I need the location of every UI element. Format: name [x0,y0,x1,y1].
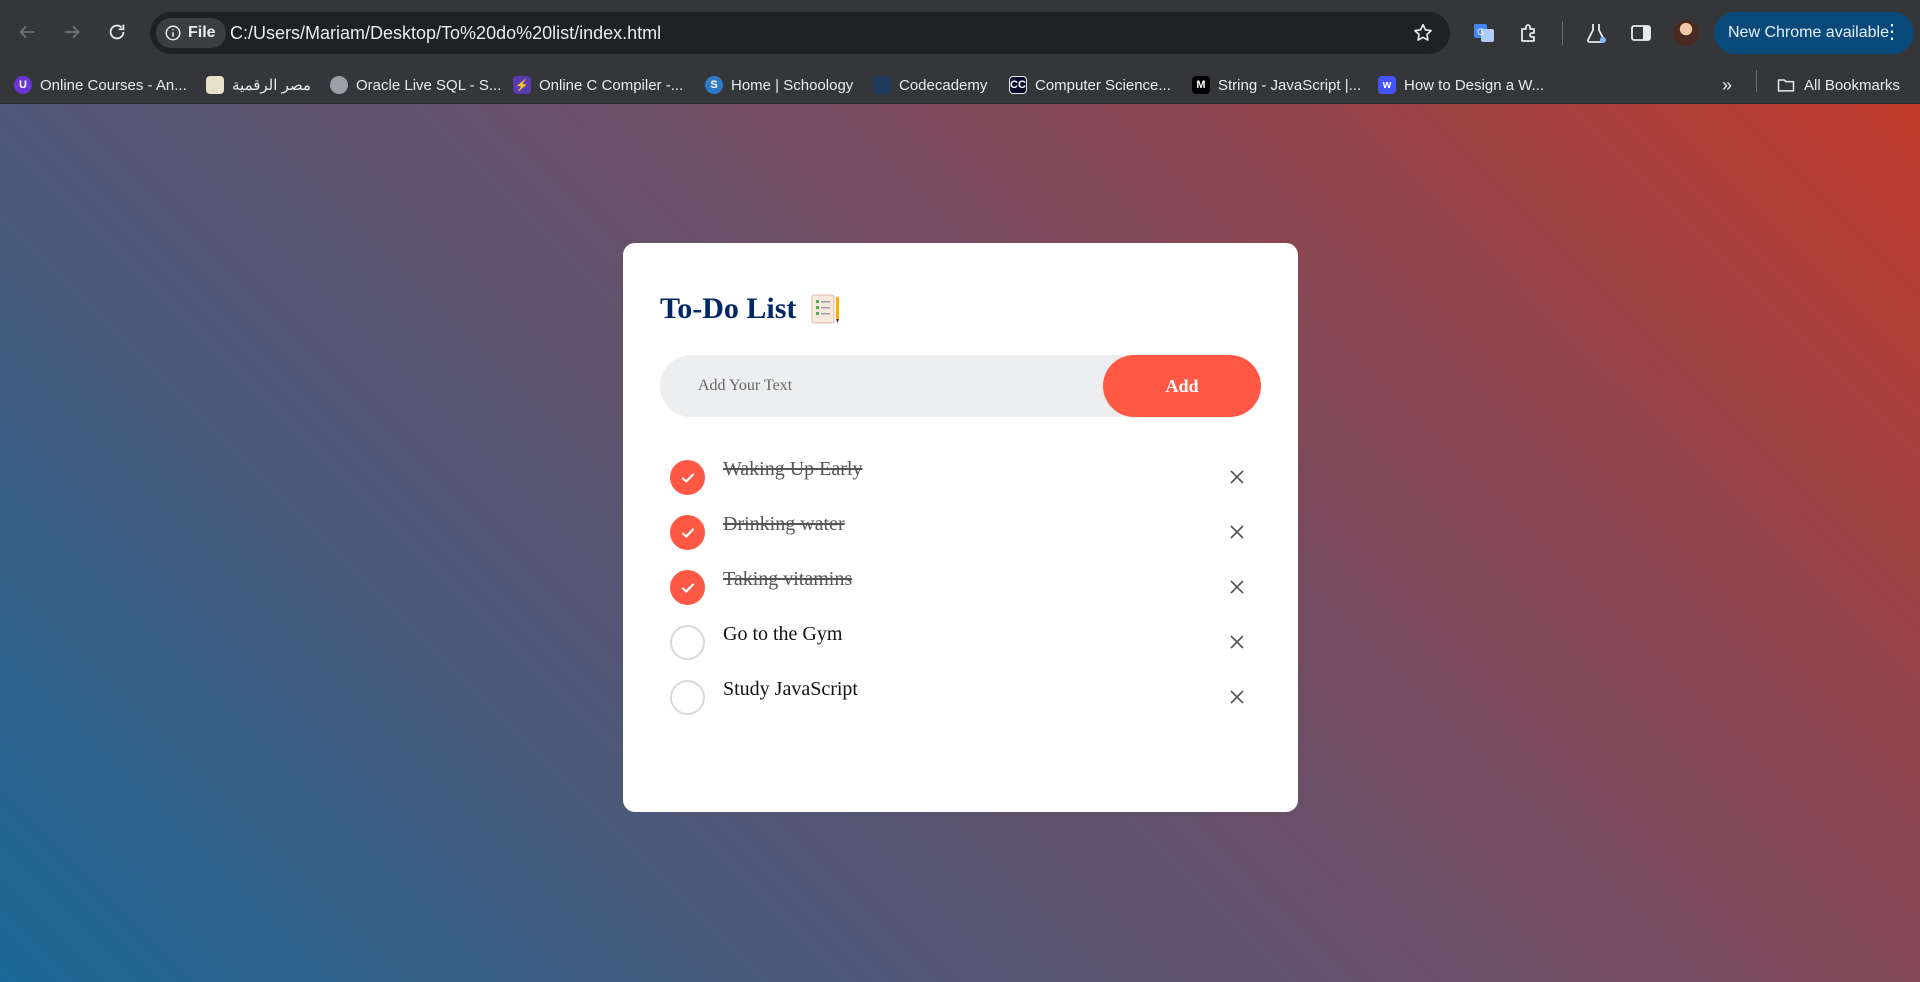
task-label: Go to the Gym [723,623,843,645]
task-label: Drinking water [723,513,845,535]
task-item[interactable]: Taking vitamins [660,563,1261,618]
bookmark-item[interactable]: CC Computer Science... [1009,66,1171,104]
todo-card: To-Do List Add Waking Up Early [623,243,1298,812]
new-chrome-available-button[interactable]: New Chrome available ⋮ [1714,12,1914,54]
task-item[interactable]: Waking Up Early [660,453,1261,508]
bookmark-label: Codecademy [899,76,988,94]
forward-button[interactable] [56,16,88,48]
notepad-icon [811,294,840,324]
bookmark-item[interactable]: M String - JavaScript |... [1192,66,1361,104]
remove-task-button[interactable] [1225,685,1249,709]
bookmark-label: String - JavaScript |... [1218,76,1362,94]
bookmark-star-icon[interactable] [1412,22,1434,44]
svg-text:G: G [1477,28,1484,38]
folder-icon [1777,79,1795,92]
close-icon [1230,525,1244,539]
page-viewport: To-Do List Add Waking Up Early [0,104,1920,982]
webflow-icon: w [1378,76,1396,94]
udemy-icon: U [14,76,32,94]
task-label: Waking Up Early [723,458,863,480]
remove-task-button[interactable] [1225,520,1249,544]
extensions-puzzle-icon[interactable] [1515,19,1543,47]
bookmark-label: Online Courses - An... [40,76,187,94]
site-info-chip[interactable]: File [156,18,226,48]
side-panel-icon[interactable] [1627,19,1655,47]
task-input[interactable] [660,355,1100,417]
checkmark-icon [681,582,694,593]
chevron-double-right-icon[interactable]: » [1716,74,1738,96]
all-bookmarks-button[interactable]: All Bookmarks [1776,66,1900,104]
task-checkbox[interactable] [670,515,705,550]
task-item[interactable]: Study JavaScript [660,673,1261,728]
checkmark-icon [681,527,694,538]
bookmark-item[interactable]: U Online Courses - An... [14,66,187,104]
google-translate-icon[interactable]: G [1470,19,1498,47]
browser-toolbar: File C:/Users/Mariam/Desktop/To%20do%20l… [0,0,1920,66]
remove-task-button[interactable] [1225,465,1249,489]
reload-icon [109,24,125,40]
url-text[interactable]: C:/Users/Mariam/Desktop/To%20do%20list/i… [230,12,661,54]
checkmark-icon [681,472,694,483]
file-chip-label: File [188,24,216,41]
remove-task-button[interactable] [1225,630,1249,654]
toolbar-divider [1562,21,1563,45]
info-icon [165,25,181,41]
bookmark-label: مصر الرقمية [232,77,311,94]
bookmark-item[interactable]: Oracle Live SQL - S... [330,66,501,104]
add-task-row: Add [660,355,1261,417]
digital-egypt-icon [206,76,224,94]
bookmark-item[interactable]: S Home | Schoology [705,66,853,104]
back-button[interactable] [11,16,43,48]
remove-task-button[interactable] [1225,575,1249,599]
bookmarks-bar: U Online Courses - An... مصر الرقمية Ora… [0,66,1920,104]
bookmark-item[interactable]: مصر الرقمية [206,66,311,104]
close-icon [1230,470,1244,484]
close-icon [1230,580,1244,594]
reload-button[interactable] [101,16,133,48]
bookmark-item[interactable]: Codecademy [873,66,987,104]
bookmark-label: Online C Compiler -... [539,76,684,94]
mdn-icon: M [1192,76,1210,94]
more-menu-icon[interactable]: ⋮ [1882,20,1902,44]
bookmark-item[interactable]: w How to Design a W... [1378,66,1544,104]
close-icon [1230,690,1244,704]
bookmark-label: Computer Science... [1035,76,1171,94]
arrow-left-icon [19,25,35,39]
address-bar[interactable]: File C:/Users/Mariam/Desktop/To%20do%20l… [150,12,1450,54]
bookmark-item[interactable]: ⚡ Online C Compiler -... [513,66,683,104]
all-bookmarks-label: All Bookmarks [1804,76,1900,94]
bookmark-label: Home | Schoology [731,76,854,94]
cs-icon: CC [1009,76,1027,94]
task-label: Study JavaScript [723,678,858,700]
task-checkbox[interactable] [670,460,705,495]
task-checkbox[interactable] [670,680,705,715]
globe-icon [330,76,348,94]
bookmark-label: How to Design a W... [1404,76,1545,94]
lightning-icon: ⚡ [513,76,531,94]
codecademy-icon [873,76,891,94]
update-button-label: New Chrome available [1728,24,1889,41]
arrow-right-icon [64,25,80,39]
task-checkbox[interactable] [670,570,705,605]
task-item[interactable]: Drinking water [660,508,1261,563]
task-item[interactable]: Go to the Gym [660,618,1261,673]
chrome-labs-flask-icon[interactable] [1582,19,1610,47]
app-title: To-Do List [660,291,844,327]
app-title-text: To-Do List [660,292,797,325]
profile-avatar[interactable] [1673,20,1699,46]
schoology-icon: S [705,76,723,94]
close-icon [1230,635,1244,649]
task-checkbox[interactable] [670,625,705,660]
task-list: Waking Up Early Drinking water Taking vi [660,453,1261,728]
bookmark-label: Oracle Live SQL - S... [356,76,502,94]
add-button[interactable]: Add [1103,355,1261,417]
task-label: Taking vitamins [723,568,853,590]
bookmarks-divider [1756,70,1757,92]
